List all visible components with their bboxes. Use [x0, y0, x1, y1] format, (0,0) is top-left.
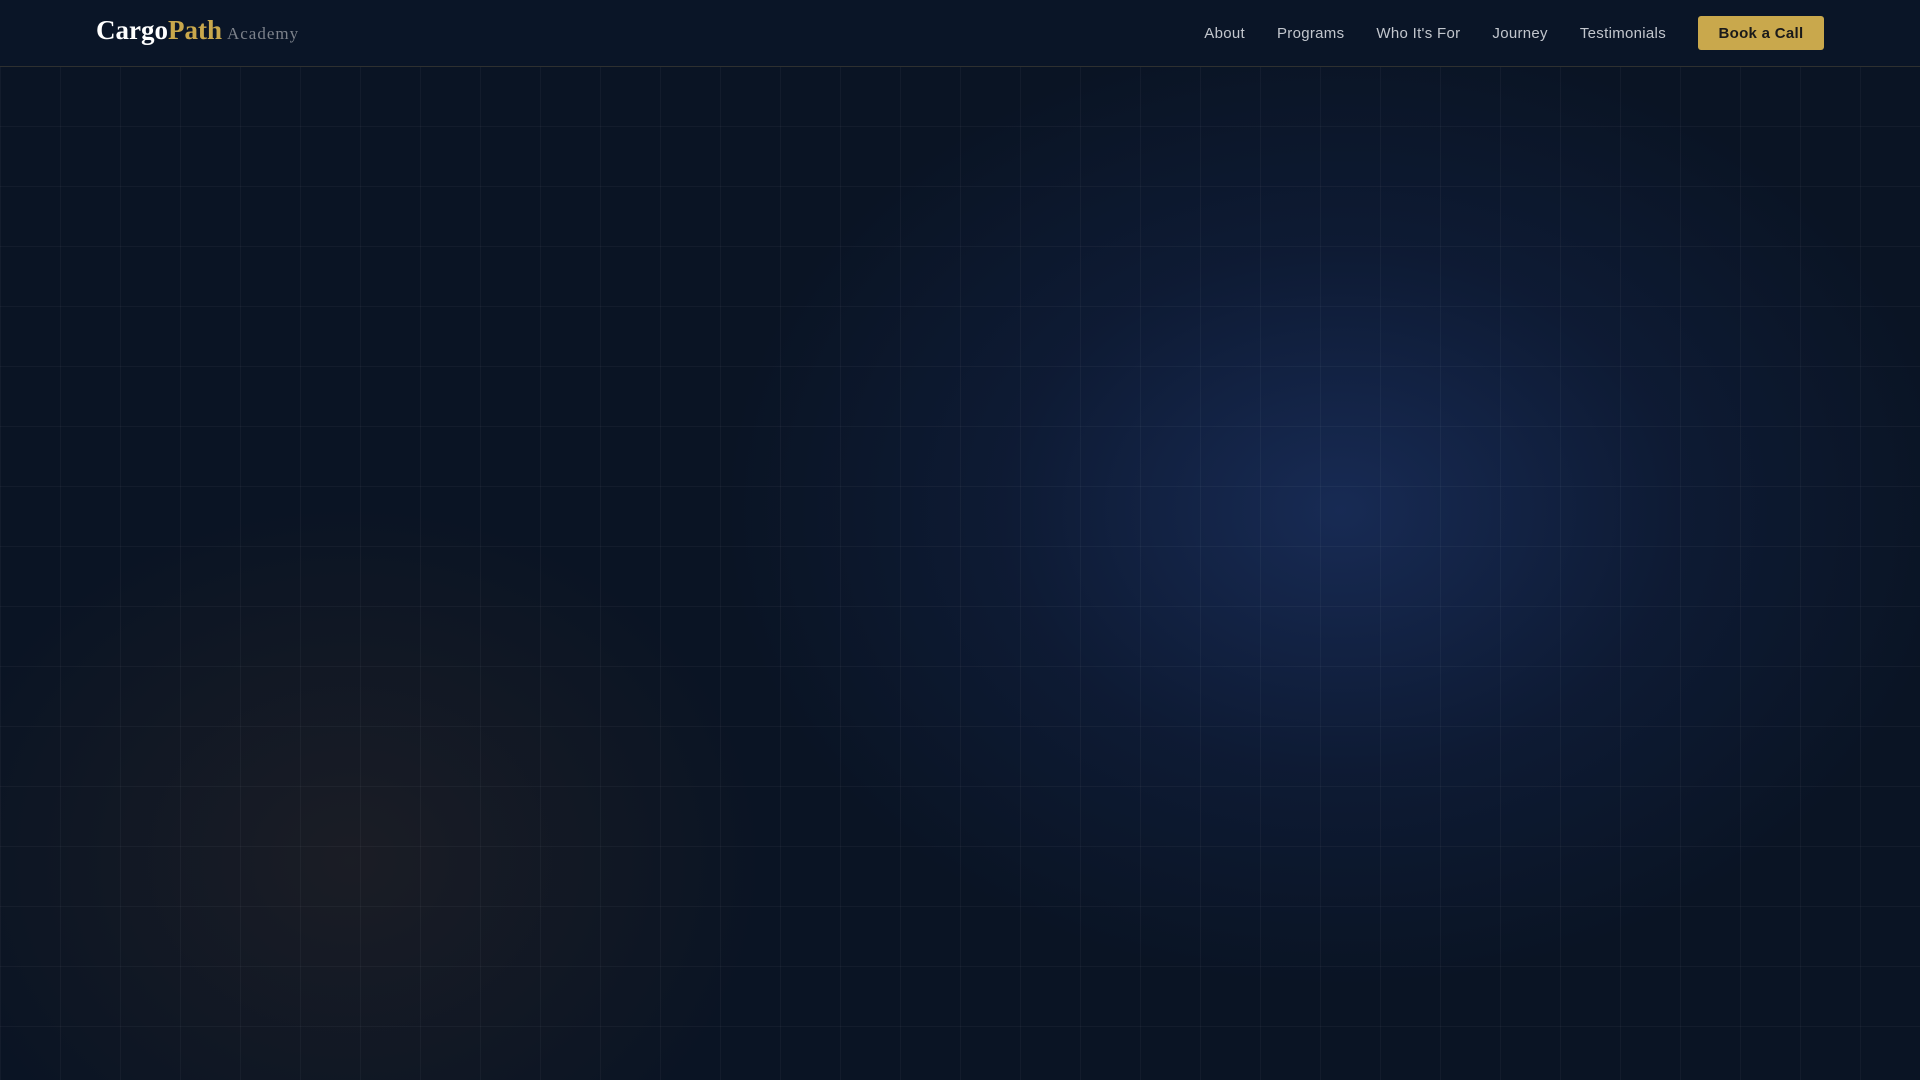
logo-cargo: Cargo [96, 15, 168, 45]
nav-about[interactable]: About [1204, 25, 1245, 42]
grid-overlay [0, 66, 1920, 1080]
logo-academy: Academy [226, 24, 300, 43]
logo[interactable]: CargoPath Academy [96, 15, 299, 46]
nav-who-its-for[interactable]: Who It's For [1376, 25, 1460, 42]
book-a-call-button[interactable]: Book a Call [1698, 16, 1824, 50]
site-header: CargoPath Academy About Programs Who It's… [0, 0, 1920, 67]
nav-testimonials[interactable]: Testimonials [1580, 25, 1666, 42]
logo-path: Path [167, 15, 222, 45]
nav-programs[interactable]: Programs [1277, 25, 1344, 42]
nav-journey[interactable]: Journey [1492, 25, 1547, 42]
main-nav: About Programs Who It's For Journey Test… [1204, 0, 1920, 66]
